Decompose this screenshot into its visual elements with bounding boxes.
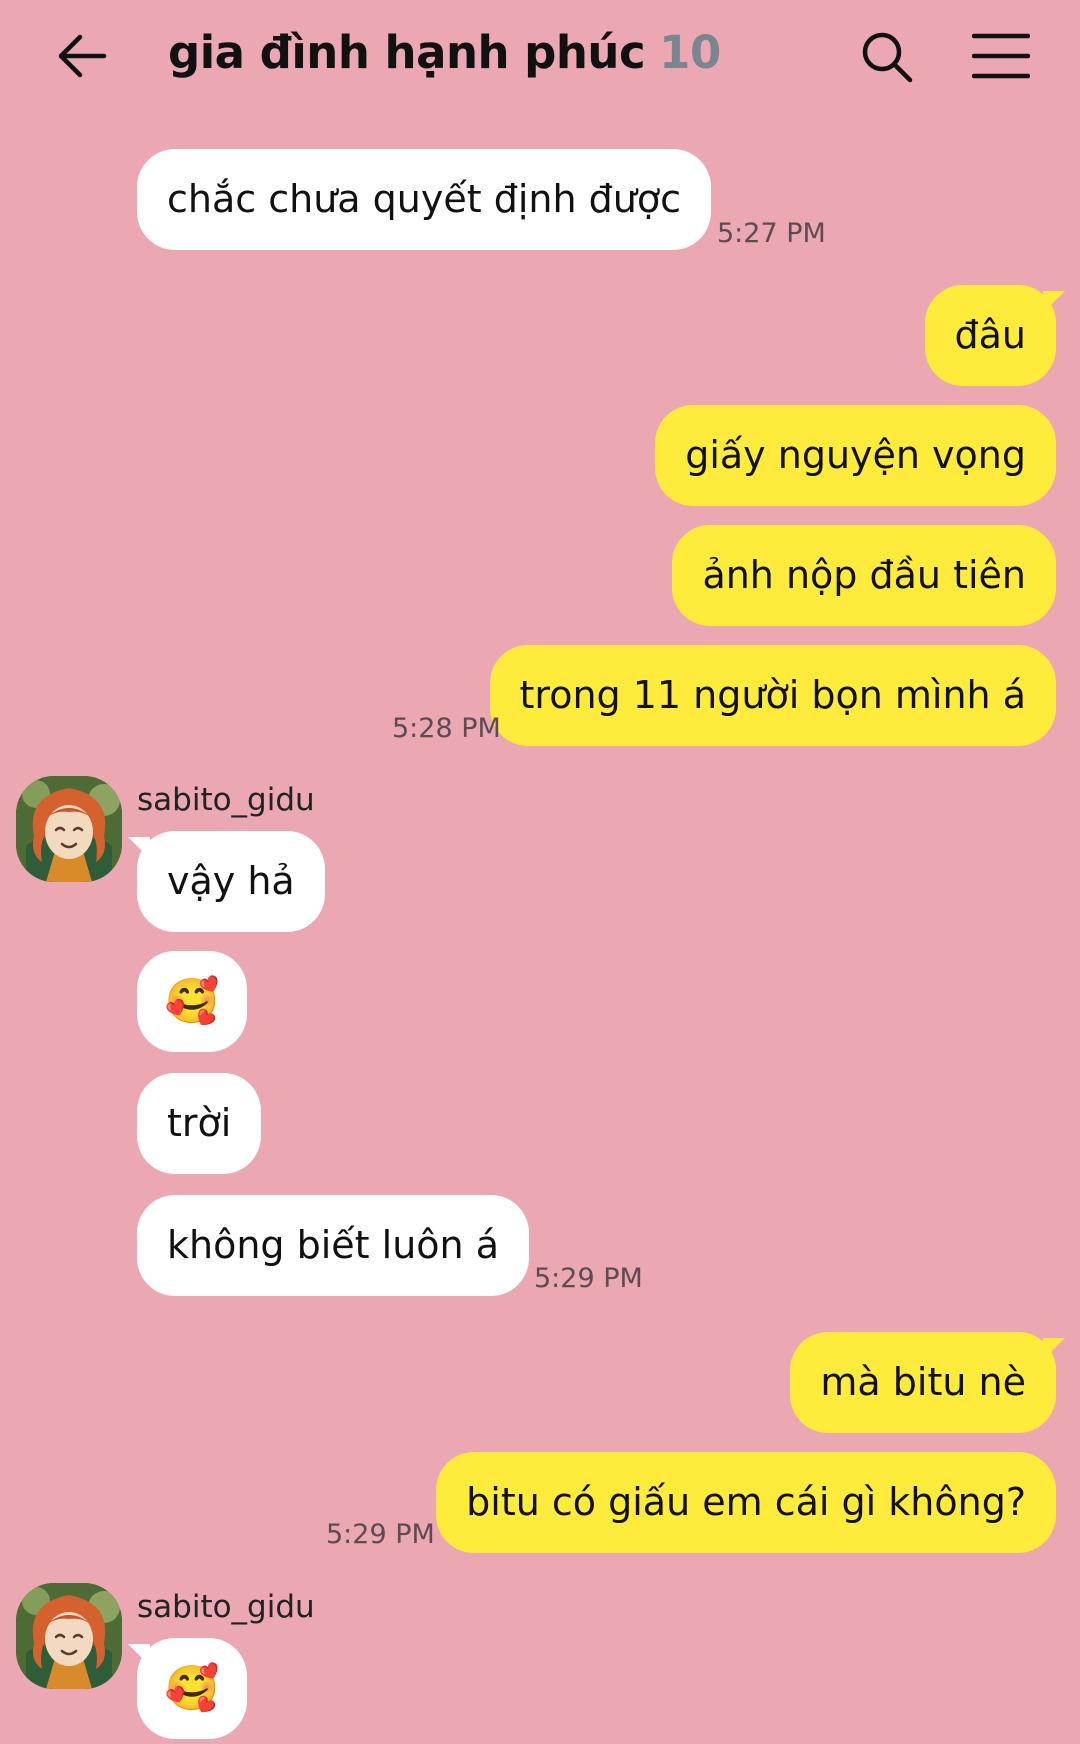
outgoing-message[interactable]: đâu xyxy=(924,285,1065,386)
avatar-image xyxy=(16,1583,122,1689)
message-timestamp: 5:29 PM xyxy=(534,1263,643,1294)
sender-name: sabito_gidu xyxy=(137,1589,315,1625)
search-icon xyxy=(862,32,913,83)
incoming-message[interactable]: chắc chưa quyết định được xyxy=(137,149,711,250)
hamburger-menu-icon xyxy=(971,33,1031,79)
incoming-message[interactable]: không biết luôn á xyxy=(137,1195,529,1296)
incoming-message[interactable]: trời xyxy=(137,1073,262,1174)
arrow-left-icon xyxy=(58,34,107,78)
back-button[interactable] xyxy=(54,28,110,84)
avatar[interactable] xyxy=(16,1583,122,1689)
outgoing-message[interactable]: ảnh nộp đầu tiên xyxy=(672,525,1056,626)
incoming-emoji-message[interactable]: 🥰 xyxy=(137,951,247,1052)
avatar-image xyxy=(16,776,122,882)
incoming-message[interactable]: vậy hả xyxy=(128,831,325,932)
member-count: 10 xyxy=(659,26,721,79)
chat-header: gia đình hạnh phúc 10 xyxy=(0,0,1080,115)
outgoing-message[interactable]: giấy nguyện vọng xyxy=(655,405,1056,506)
outgoing-message[interactable]: bitu có giấu em cái gì không? xyxy=(436,1452,1056,1553)
message-timestamp: 5:28 PM xyxy=(392,713,501,744)
outgoing-message[interactable]: trong 11 người bọn mình á xyxy=(489,645,1056,746)
search-button[interactable] xyxy=(860,30,916,86)
sender-name: sabito_gidu xyxy=(137,782,315,818)
menu-button[interactable] xyxy=(971,32,1031,80)
outgoing-message[interactable]: mà bitu nè xyxy=(790,1332,1065,1433)
incoming-emoji-message[interactable]: 🥰 xyxy=(128,1638,247,1739)
message-timestamp: 5:29 PM xyxy=(326,1519,435,1550)
chat-name: gia đình hạnh phúc xyxy=(168,26,646,79)
message-timestamp: 5:27 PM xyxy=(717,218,826,249)
chat-title: gia đình hạnh phúc 10 xyxy=(168,26,721,79)
avatar[interactable] xyxy=(16,776,122,882)
